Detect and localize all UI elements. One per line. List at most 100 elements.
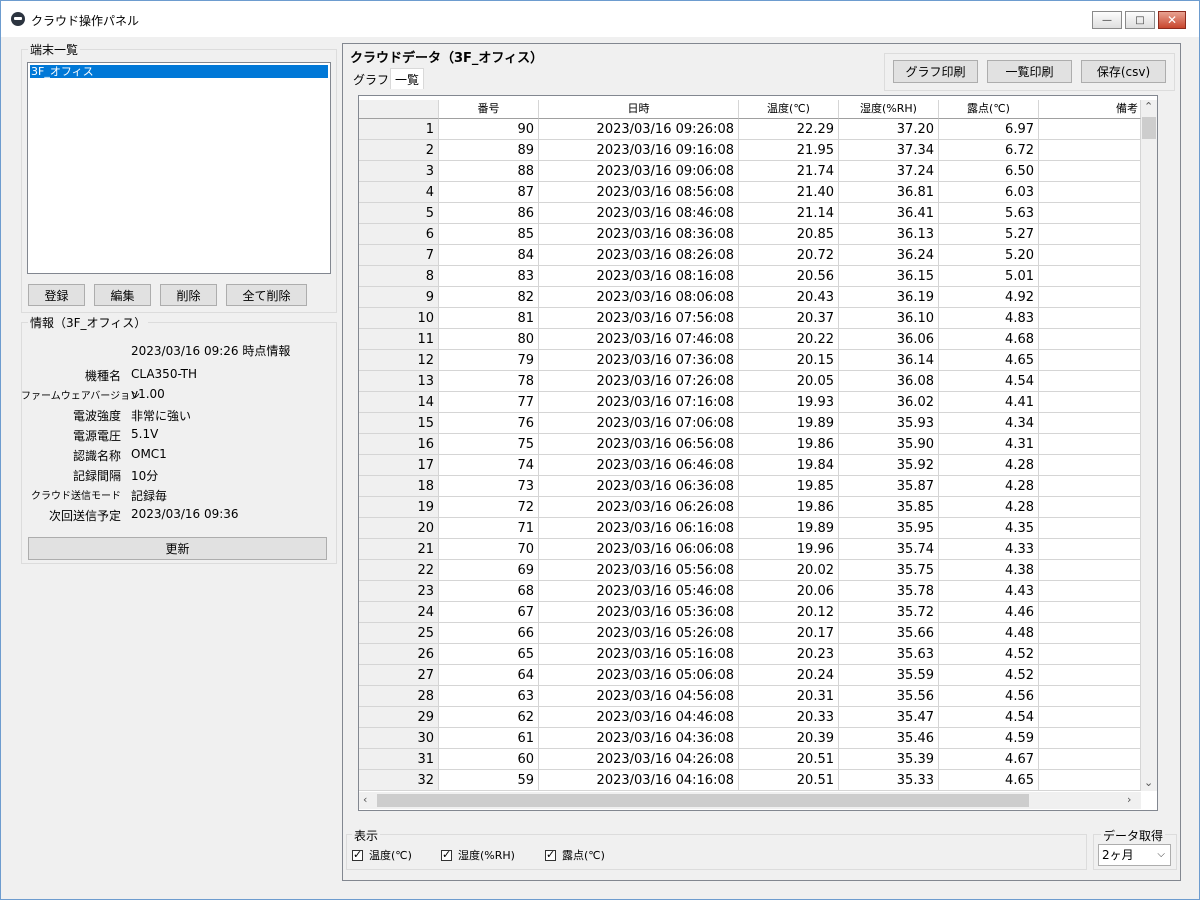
- datetime-cell[interactable]: 2023/03/16 05:46:08: [539, 581, 739, 602]
- remarks-cell[interactable]: [1039, 413, 1141, 434]
- save-csv-button[interactable]: 保存(csv): [1081, 60, 1166, 83]
- horizontal-scroll-thumb[interactable]: [377, 794, 1029, 807]
- checkbox-icon[interactable]: [545, 848, 556, 861]
- temperature-cell[interactable]: 20.24: [739, 665, 839, 686]
- humidity-cell[interactable]: 35.74: [839, 539, 939, 560]
- dewpoint-cell[interactable]: 4.41: [939, 392, 1039, 413]
- humidity-cell[interactable]: 35.59: [839, 665, 939, 686]
- humidity-cell[interactable]: 35.72: [839, 602, 939, 623]
- datetime-cell[interactable]: 2023/03/16 07:26:08: [539, 371, 739, 392]
- temperature-cell[interactable]: 20.72: [739, 245, 839, 266]
- datetime-cell[interactable]: 2023/03/16 04:36:08: [539, 728, 739, 749]
- table-row[interactable]: 17 74 2023/03/16 06:46:08 19.84 35.92 4.28: [359, 455, 1141, 476]
- dewpoint-cell[interactable]: 6.03: [939, 182, 1039, 203]
- table-row[interactable]: 27 64 2023/03/16 05:06:08 20.24 35.59 4.52: [359, 665, 1141, 686]
- dewpoint-cell[interactable]: 4.34: [939, 413, 1039, 434]
- dewpoint-cell[interactable]: 4.65: [939, 350, 1039, 371]
- horizontal-scrollbar[interactable]: ‹ ›: [359, 792, 1141, 809]
- dewpoint-cell[interactable]: 4.54: [939, 371, 1039, 392]
- temperature-cell[interactable]: 21.14: [739, 203, 839, 224]
- datetime-cell[interactable]: 2023/03/16 07:16:08: [539, 392, 739, 413]
- table-row[interactable]: 10 81 2023/03/16 07:56:08 20.37 36.10 4.83: [359, 308, 1141, 329]
- temperature-cell[interactable]: 20.12: [739, 602, 839, 623]
- dewpoint-cell[interactable]: 4.48: [939, 623, 1039, 644]
- datetime-cell[interactable]: 2023/03/16 04:46:08: [539, 707, 739, 728]
- table-row[interactable]: 32 59 2023/03/16 04:16:08 20.51 35.33 4.65: [359, 770, 1141, 791]
- temperature-cell[interactable]: 19.89: [739, 518, 839, 539]
- number-cell[interactable]: 87: [439, 182, 539, 203]
- delete-all-button[interactable]: 全て削除: [226, 284, 307, 306]
- datetime-cell[interactable]: 2023/03/16 08:16:08: [539, 266, 739, 287]
- number-cell[interactable]: 82: [439, 287, 539, 308]
- temperature-cell[interactable]: 19.86: [739, 497, 839, 518]
- datetime-cell[interactable]: 2023/03/16 06:16:08: [539, 518, 739, 539]
- number-cell[interactable]: 81: [439, 308, 539, 329]
- remarks-cell[interactable]: [1039, 560, 1141, 581]
- dewpoint-cell[interactable]: 6.97: [939, 119, 1039, 140]
- number-cell[interactable]: 70: [439, 539, 539, 560]
- table-row[interactable]: 20 71 2023/03/16 06:16:08 19.89 35.95 4.35: [359, 518, 1141, 539]
- number-cell[interactable]: 85: [439, 224, 539, 245]
- remarks-cell[interactable]: [1039, 140, 1141, 161]
- datetime-cell[interactable]: 2023/03/16 06:46:08: [539, 455, 739, 476]
- device-list-item[interactable]: 3F_オフィス: [30, 65, 328, 78]
- number-cell[interactable]: 64: [439, 665, 539, 686]
- table-row[interactable]: 11 80 2023/03/16 07:46:08 20.22 36.06 4.68: [359, 329, 1141, 350]
- table-row[interactable]: 21 70 2023/03/16 06:06:08 19.96 35.74 4.33: [359, 539, 1141, 560]
- temperature-cell[interactable]: 21.95: [739, 140, 839, 161]
- number-cell[interactable]: 74: [439, 455, 539, 476]
- table-row[interactable]: 14 77 2023/03/16 07:16:08 19.93 36.02 4.41: [359, 392, 1141, 413]
- dewpoint-cell[interactable]: 4.31: [939, 434, 1039, 455]
- humidity-cell[interactable]: 36.10: [839, 308, 939, 329]
- table-row[interactable]: 26 65 2023/03/16 05:16:08 20.23 35.63 4.52: [359, 644, 1141, 665]
- number-cell[interactable]: 69: [439, 560, 539, 581]
- remarks-cell[interactable]: [1039, 665, 1141, 686]
- temperature-cell[interactable]: 20.31: [739, 686, 839, 707]
- datetime-cell[interactable]: 2023/03/16 08:06:08: [539, 287, 739, 308]
- checkbox-icon[interactable]: [441, 848, 452, 861]
- remarks-cell[interactable]: [1039, 686, 1141, 707]
- humidity-cell[interactable]: 35.63: [839, 644, 939, 665]
- datetime-cell[interactable]: 2023/03/16 09:26:08: [539, 119, 739, 140]
- number-cell[interactable]: 62: [439, 707, 539, 728]
- humidity-cell[interactable]: 35.92: [839, 455, 939, 476]
- refresh-button[interactable]: 更新: [28, 537, 327, 560]
- datetime-cell[interactable]: 2023/03/16 07:46:08: [539, 329, 739, 350]
- number-cell[interactable]: 79: [439, 350, 539, 371]
- dewpoint-cell[interactable]: 5.27: [939, 224, 1039, 245]
- remarks-cell[interactable]: [1039, 602, 1141, 623]
- humidity-cell[interactable]: 35.47: [839, 707, 939, 728]
- remarks-cell[interactable]: [1039, 497, 1141, 518]
- edit-button[interactable]: 編集: [94, 284, 151, 306]
- temperature-cell[interactable]: 22.29: [739, 119, 839, 140]
- humidity-cell[interactable]: 35.39: [839, 749, 939, 770]
- header-dewpoint[interactable]: 露点(℃): [939, 100, 1039, 119]
- row-number-cell[interactable]: 32: [359, 770, 439, 791]
- dewpoint-cell[interactable]: 6.72: [939, 140, 1039, 161]
- temperature-cell[interactable]: 19.89: [739, 413, 839, 434]
- dewpoint-cell[interactable]: 4.52: [939, 644, 1039, 665]
- header-temperature[interactable]: 温度(℃): [739, 100, 839, 119]
- table-row[interactable]: 7 84 2023/03/16 08:26:08 20.72 36.24 5.20: [359, 245, 1141, 266]
- table-row[interactable]: 16 75 2023/03/16 06:56:08 19.86 35.90 4.31: [359, 434, 1141, 455]
- checkbox-humidity[interactable]: 湿度(%RH): [441, 847, 515, 863]
- row-number-cell[interactable]: 16: [359, 434, 439, 455]
- humidity-cell[interactable]: 36.08: [839, 371, 939, 392]
- row-number-cell[interactable]: 31: [359, 749, 439, 770]
- remarks-cell[interactable]: [1039, 707, 1141, 728]
- humidity-cell[interactable]: 37.20: [839, 119, 939, 140]
- number-cell[interactable]: 63: [439, 686, 539, 707]
- remarks-cell[interactable]: [1039, 266, 1141, 287]
- table-row[interactable]: 25 66 2023/03/16 05:26:08 20.17 35.66 4.48: [359, 623, 1141, 644]
- row-number-cell[interactable]: 18: [359, 476, 439, 497]
- datetime-cell[interactable]: 2023/03/16 05:16:08: [539, 644, 739, 665]
- table-row[interactable]: 18 73 2023/03/16 06:36:08 19.85 35.87 4.28: [359, 476, 1141, 497]
- row-number-cell[interactable]: 21: [359, 539, 439, 560]
- checkbox-dewpoint[interactable]: 露点(℃): [545, 847, 605, 863]
- temperature-cell[interactable]: 20.06: [739, 581, 839, 602]
- print-graph-button[interactable]: グラフ印刷: [893, 60, 978, 83]
- table-row[interactable]: 1 90 2023/03/16 09:26:08 22.29 37.20 6.97: [359, 119, 1141, 140]
- row-number-cell[interactable]: 11: [359, 329, 439, 350]
- checkbox-temperature[interactable]: 温度(℃): [352, 847, 412, 863]
- humidity-cell[interactable]: 36.13: [839, 224, 939, 245]
